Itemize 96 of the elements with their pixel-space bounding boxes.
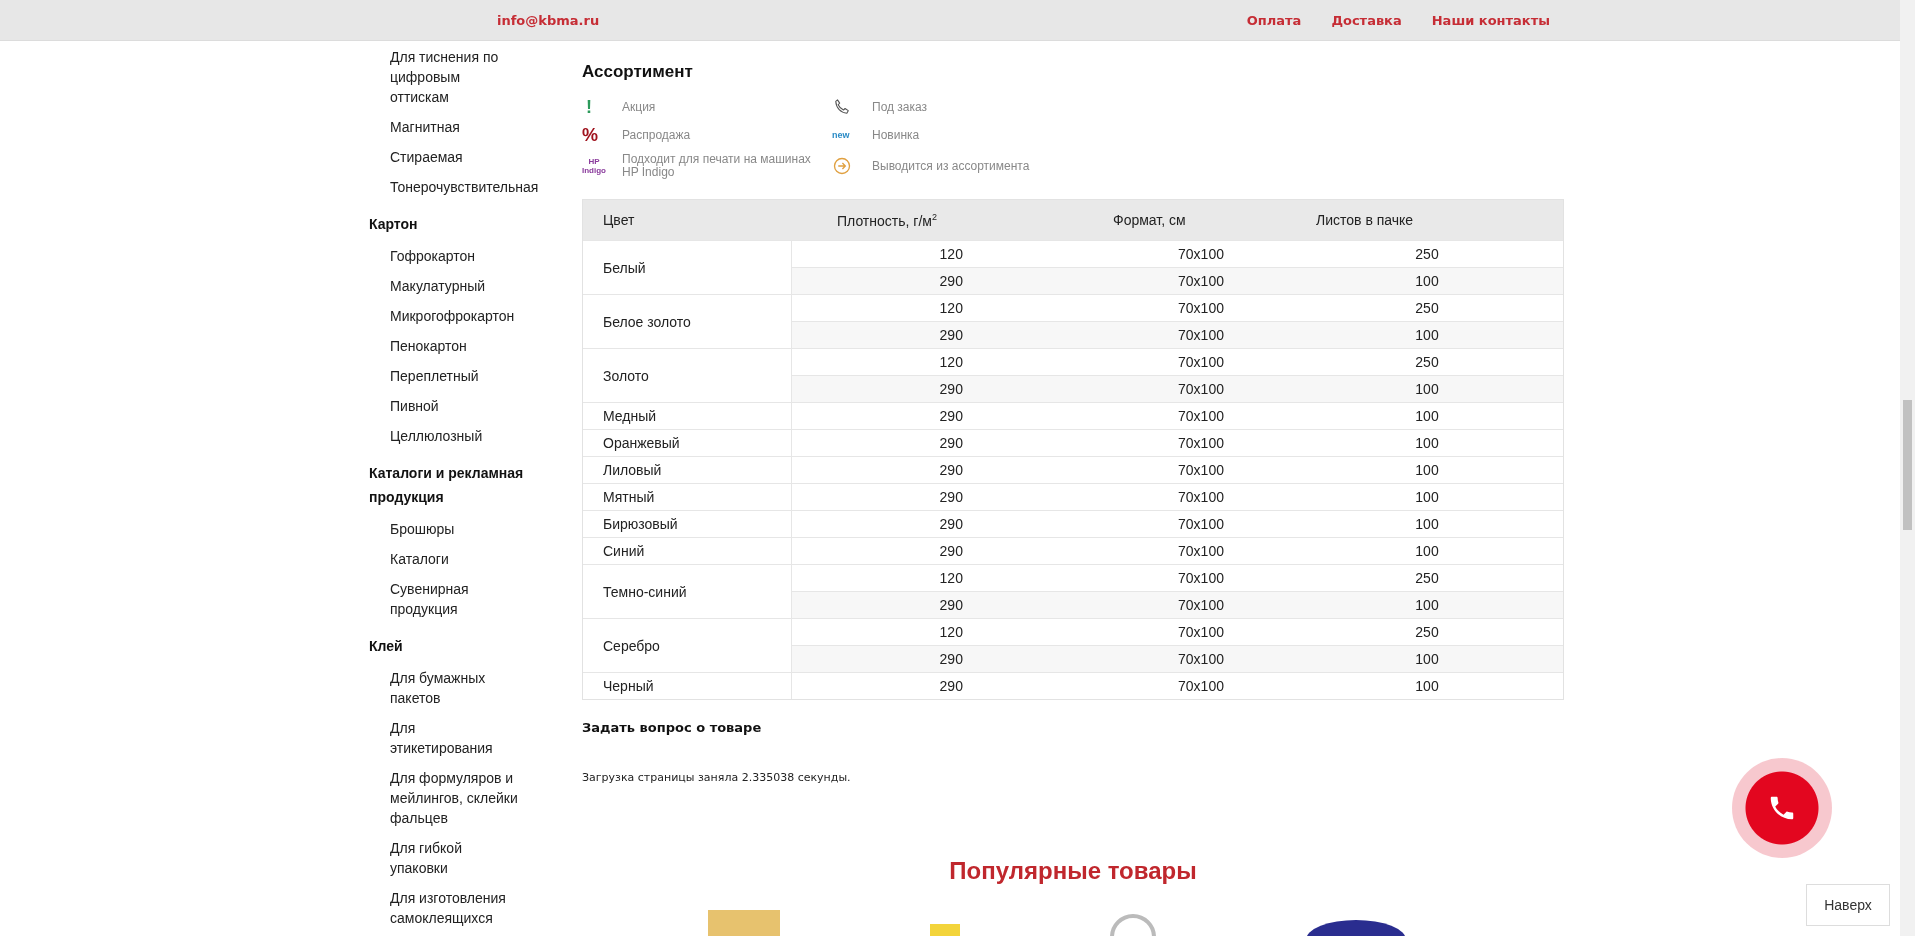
nav-link[interactable]: Наши контакты <box>1431 12 1550 28</box>
hp-indigo-logo: HP Indigo <box>582 157 606 175</box>
legend-label: Акция <box>622 100 657 114</box>
percent-mark: % <box>582 126 598 144</box>
table-cell: 290 <box>791 510 1111 538</box>
table-cell: 100 <box>1291 375 1563 403</box>
table-cell: 70x100 <box>1111 537 1291 565</box>
subcategory-link[interactable]: Пивной <box>390 396 439 416</box>
table-cell: Бирюзовый <box>583 510 791 538</box>
table-cell: 290 <box>791 429 1111 457</box>
table-cell: 70x100 <box>1111 645 1291 673</box>
table-cell: Медный <box>583 402 791 430</box>
table-cell: 70x100 <box>1111 267 1291 295</box>
subcategory-link[interactable]: Тонерочувствительная <box>390 177 539 197</box>
subcategory-link[interactable]: Для изготовления самоклеящихся <box>390 888 518 928</box>
subcategory-link[interactable]: Целлюлозный <box>390 426 483 446</box>
subcategory-link[interactable]: Гофрокартон <box>390 246 475 266</box>
page-load-text: Загрузка страницы заняла 2.335038 секунды. <box>582 770 852 786</box>
new-label: new <box>832 130 850 140</box>
table-cell: Мятный <box>583 483 791 511</box>
subcategory-link[interactable]: Микрогофрокартон <box>390 306 515 326</box>
phone-icon <box>832 97 852 117</box>
table-cell: 70x100 <box>1111 402 1291 430</box>
table-cell: 100 <box>1291 267 1563 295</box>
legend-label: Под заказ <box>872 100 929 114</box>
table-cell: 100 <box>1291 402 1563 430</box>
subcategory-link[interactable]: Брошюры <box>390 519 455 539</box>
subcategory-link[interactable]: Для формуляров и мейлингов, склейки фальцев <box>390 768 518 828</box>
table-cell: 100 <box>1291 483 1563 511</box>
table-cell: 290 <box>791 267 1111 295</box>
table-cell: 100 <box>1291 645 1563 673</box>
table-cell: 290 <box>791 375 1111 403</box>
table-header-cell-text: Плотность, г/м$^{2}$ <box>837 211 938 229</box>
section-title: Ассортимент <box>582 61 694 83</box>
section-title: Популярные товары <box>948 856 1198 886</box>
table-cell: 100 <box>1291 429 1563 457</box>
table-cell: Лиловый <box>583 456 791 484</box>
legend-label: Новинка <box>872 128 921 142</box>
table-cell: Черный <box>583 672 791 699</box>
table-cell: 290 <box>791 645 1111 673</box>
subcategory-link[interactable]: Магнитная <box>390 117 460 137</box>
subcategory-link[interactable]: Стираемая <box>390 147 463 167</box>
subcategory-link[interactable]: Для бумажных пакетов <box>390 668 518 708</box>
table-cell: 100 <box>1291 591 1563 619</box>
table-header-cell-text: Формат, см <box>1113 212 1187 228</box>
table-cell: 100 <box>1291 672 1563 699</box>
table-cell: 290 <box>791 537 1111 565</box>
table-cell: Серебро <box>583 618 791 673</box>
subcategory-link[interactable]: Для тиснения по цифровым оттискам <box>390 47 518 107</box>
subcategory-link[interactable]: Макулатурный <box>390 276 486 296</box>
arrow-circle-icon <box>832 156 852 176</box>
category-link[interactable]: Клей <box>369 625 534 668</box>
table-cell: 290 <box>791 483 1111 511</box>
subcategory-link[interactable]: Сувенирная продукция <box>390 579 518 619</box>
table-cell: 70x100 <box>1111 375 1291 403</box>
table-cell: Белый <box>583 240 791 295</box>
legend-label: Распродажа <box>622 128 692 142</box>
table-cell: 100 <box>1291 537 1563 565</box>
table-cell: 100 <box>1291 510 1563 538</box>
legend-label: Выводится из ассортимента <box>872 159 1031 173</box>
table-cell: 70x100 <box>1111 591 1291 619</box>
table-cell: 290 <box>791 321 1111 349</box>
category-link[interactable]: Каталоги и рекламная продукция <box>369 452 534 519</box>
table-cell: 70x100 <box>1111 672 1291 699</box>
table-cell: 290 <box>791 402 1111 430</box>
exclamation-mark: ! <box>585 98 592 116</box>
subcategory-link[interactable]: Для гибкой упаковки <box>390 838 518 878</box>
table-cell: 290 <box>791 591 1111 619</box>
legend-label: Подходит для печати на машинах HP Indigo <box>622 153 812 179</box>
table-cell: 100 <box>1291 321 1563 349</box>
email-link[interactable]: info@kbma.ru <box>497 12 600 28</box>
table-cell: 70x100 <box>1111 456 1291 484</box>
ask-question-link[interactable]: Задать вопрос о товаре <box>582 720 782 736</box>
table-cell: 100 <box>1291 456 1563 484</box>
table-cell: 70x100 <box>1111 483 1291 511</box>
scrollbar-thumb[interactable] <box>1903 400 1912 530</box>
nav-link[interactable]: Доставка <box>1331 12 1402 28</box>
table-cell: Темно-синий <box>583 564 791 619</box>
table-cell: Оранжевый <box>583 429 791 457</box>
table-cell: 70x100 <box>1111 510 1291 538</box>
table-cell: 290 <box>791 456 1111 484</box>
category-link[interactable]: Картон <box>369 203 534 246</box>
back-to-top-button[interactable]: Наверх <box>1806 884 1890 926</box>
table-header-cell-text: Цвет <box>603 212 636 228</box>
table-header-cell-text: Листов в пачке <box>1316 212 1415 228</box>
subcategory-link[interactable]: Каталоги <box>390 549 449 569</box>
table-cell: Синий <box>583 537 791 565</box>
subcategory-link[interactable]: Для этикетирования <box>390 718 518 758</box>
table-cell: 70x100 <box>1111 429 1291 457</box>
table-cell: Золото <box>583 348 791 403</box>
table-cell: 290 <box>791 672 1111 699</box>
table-cell: Белое золото <box>583 294 791 349</box>
subcategory-link[interactable]: Переплетный <box>390 366 479 386</box>
subcategory-link[interactable]: Пенокартон <box>390 336 467 356</box>
table-cell: 70x100 <box>1111 321 1291 349</box>
nav-link[interactable]: Оплата <box>1246 12 1302 28</box>
